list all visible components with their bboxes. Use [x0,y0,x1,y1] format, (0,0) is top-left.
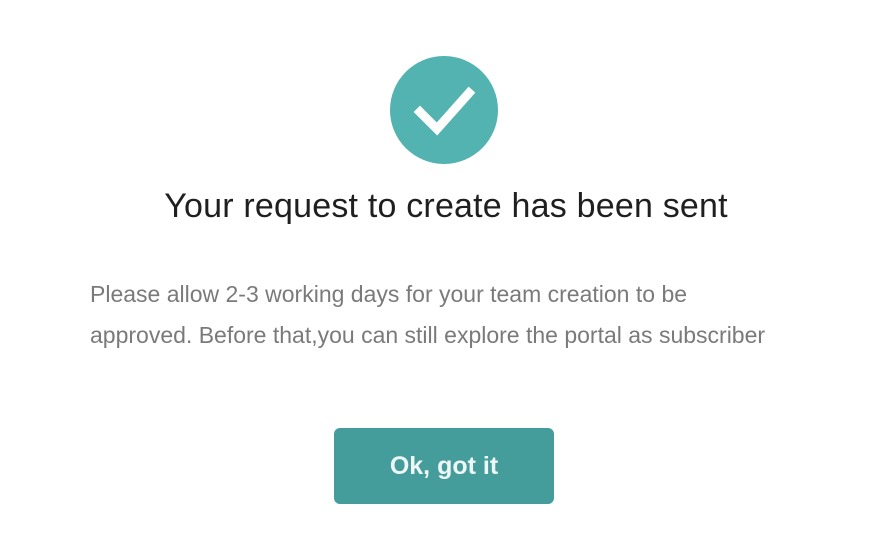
confirmation-dialog: Your request to create has been sent Ple… [0,0,892,560]
ok-got-it-button[interactable]: Ok, got it [334,428,554,504]
dialog-title: Your request to create has been sent [164,187,728,225]
dialog-message: Please allow 2-3 working days for your t… [90,281,766,348]
checkmark-circle-icon [390,56,498,164]
